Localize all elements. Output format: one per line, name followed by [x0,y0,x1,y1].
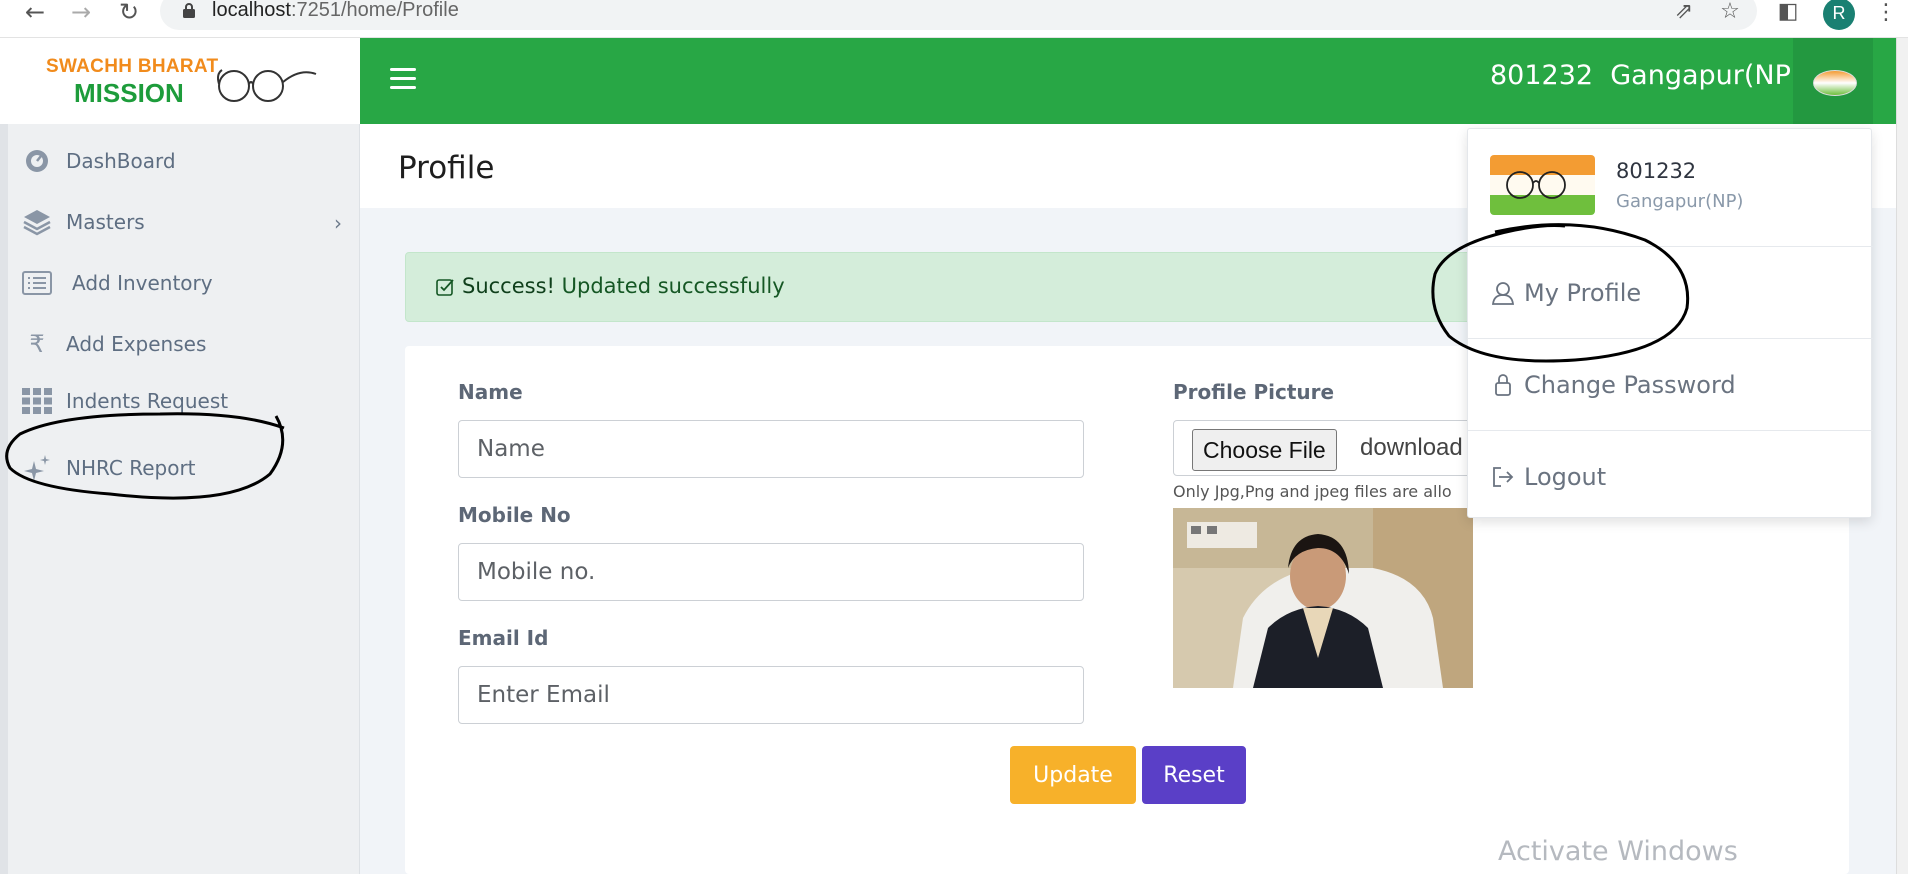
alert-message: Success! Updated successfully [462,274,785,298]
file-type-hint: Only Jpg,Png and jpeg files are allo [1173,482,1452,501]
mobile-label: Mobile No [458,503,571,527]
name-input[interactable] [458,420,1084,478]
dropdown-user-place: Gangapur(NP) [1616,191,1744,212]
check-square-icon [436,279,454,296]
rupee-icon: ₹ [29,330,45,358]
dropdown-user-header: 801232 Gangapur(NP) [1468,129,1873,247]
sidebar-item-add-inventory[interactable]: Add Inventory [20,258,350,308]
avatar [1813,70,1857,96]
user-icon [1492,281,1514,305]
chevron-right-icon: › [334,211,342,235]
back-arrow-icon[interactable]: ← [20,0,50,26]
list-icon [20,266,54,300]
profile-photo [1173,508,1473,688]
menu-item-label: Logout [1524,463,1607,491]
sidebar-item-label: Masters [66,210,145,234]
email-input[interactable] [458,666,1084,724]
sidebar-item-label: Indents Request [66,389,229,413]
email-label: Email Id [458,626,549,650]
sparkle-icon [20,451,54,485]
menu-item-label: Change Password [1524,370,1736,399]
lock-icon [183,3,195,18]
reload-icon[interactable]: ↻ [114,0,144,26]
menu-item-logout[interactable]: Logout [1468,431,1873,523]
page-title: Profile [398,150,495,186]
sidebar-item-label: DashBoard [66,149,176,173]
dropdown-user-code: 801232 [1616,159,1697,183]
profile-picture-label: Profile Picture [1173,380,1335,404]
grid-icon [20,384,54,418]
sidebar-strip [0,38,8,874]
lock-icon [1492,373,1514,397]
sidebar: SWACHH BHARAT MISSION DashBoard Masters … [0,38,360,874]
sidebar-item-label: Add Expenses [66,332,207,356]
logo-text-line2: MISSION [74,78,184,108]
sidebar-item-masters[interactable]: Masters › [20,197,350,247]
browser-menu-icon[interactable]: ⋮ [1875,0,1897,25]
menu-item-my-profile[interactable]: My Profile [1468,247,1873,339]
browser-toolbar: ← → ↻ localhost:7251/home/Profile ⇗ ☆ ◧ … [0,0,1908,38]
file-upload-field[interactable]: Choose File download [1173,420,1473,476]
sidebar-item-nhrc-report[interactable]: NHRC Report [20,443,350,493]
activate-windows-watermark: Activate Windows [1498,836,1738,867]
dashboard-icon [20,144,54,178]
sidebar-item-label: NHRC Report [66,456,196,480]
selected-file-name: download [1360,434,1463,461]
name-label: Name [458,380,523,404]
menu-item-change-password[interactable]: Change Password [1468,339,1873,431]
logo-text-line1: SWACHH BHARAT [46,56,219,77]
sidebar-item-label: Add Inventory [72,271,213,295]
reset-button[interactable]: Reset [1142,746,1246,804]
update-button[interactable]: Update [1010,746,1136,804]
address-bar[interactable]: localhost:7251/home/Profile [160,0,1757,30]
user-dropdown-menu: 801232 Gangapur(NP) My Profile Change Pa… [1467,128,1873,518]
header-user-info[interactable]: 801232 Gangapur(NP) [1490,60,1801,91]
top-header: 801232 Gangapur(NP) [360,38,1896,124]
sidebar-item-indents-request[interactable]: Indents Request [20,376,350,426]
choose-file-button[interactable]: Choose File [1192,429,1337,471]
hamburger-menu-icon[interactable] [390,68,416,90]
header-avatar-toggle[interactable] [1793,38,1873,124]
star-icon[interactable]: ☆ [1716,0,1744,26]
brand-logo[interactable]: SWACHH BHARAT MISSION [0,38,360,124]
glasses-logo-icon [217,69,317,102]
layers-icon [20,205,54,239]
side-panel-icon[interactable]: ◧ [1774,0,1802,26]
logout-icon [1492,465,1514,489]
avatar [1490,155,1595,215]
forward-arrow-icon[interactable]: → [66,0,96,26]
sidebar-item-add-expenses[interactable]: ₹ Add Expenses [20,319,350,369]
mobile-input[interactable] [458,543,1084,601]
page-scrollbar[interactable] [1896,38,1908,874]
url-text: localhost:7251/home/Profile [212,0,459,21]
sidebar-item-dashboard[interactable]: DashBoard [20,136,350,186]
menu-item-label: My Profile [1524,278,1642,307]
share-icon[interactable]: ⇗ [1670,0,1698,26]
browser-profile-avatar[interactable]: R [1823,0,1855,30]
